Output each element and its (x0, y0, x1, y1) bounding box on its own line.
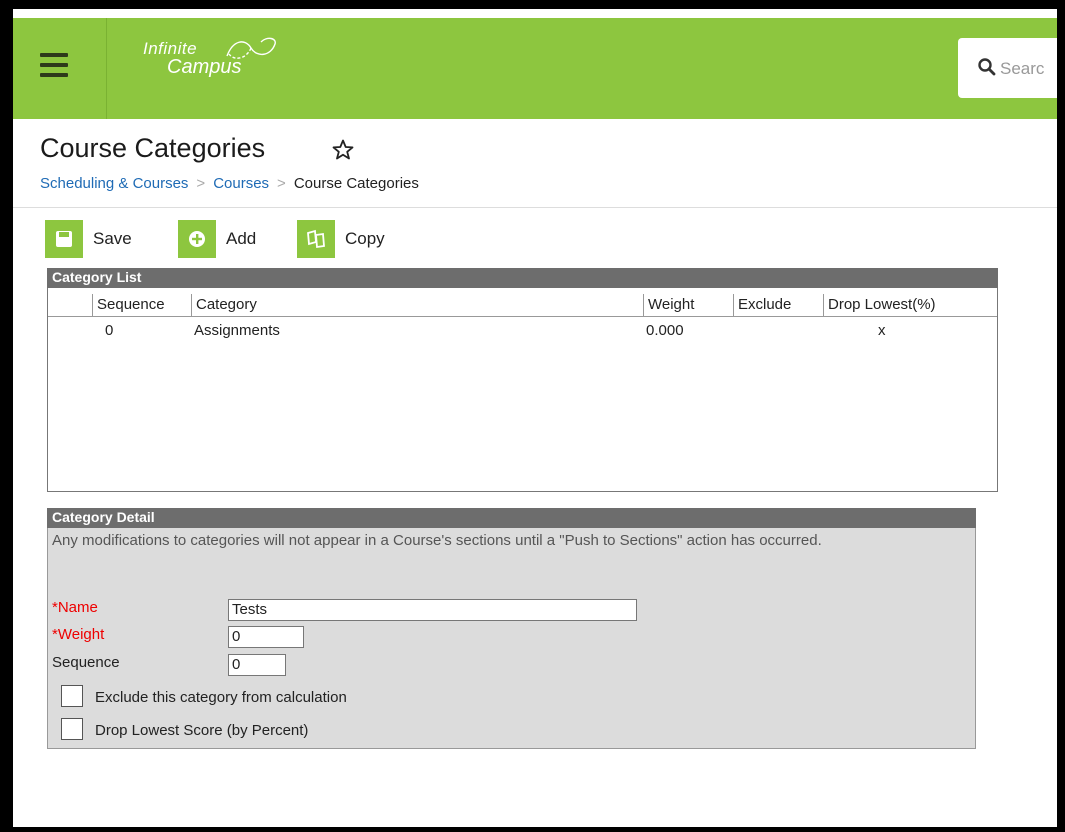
sequence-label: Sequence (52, 654, 120, 671)
weight-label: *Weight (52, 626, 104, 643)
column-sequence[interactable]: Sequence (92, 294, 196, 316)
drop-lowest-checkbox-label[interactable]: Drop Lowest Score (by Percent) (95, 722, 308, 739)
name-label: *Name (52, 599, 98, 616)
name-field[interactable]: Tests (228, 599, 637, 621)
breadcrumb-courses[interactable]: Courses (213, 175, 269, 192)
breadcrumb: Scheduling & Courses > Courses > Course Cate… (40, 175, 419, 192)
exclude-checkbox-label[interactable]: Exclude this category from calculation (95, 689, 347, 706)
save-button[interactable]: Save (45, 220, 132, 258)
app-window: Infinite Campus Searc Course Categories … (0, 0, 1065, 832)
add-label: Add (226, 229, 257, 248)
breadcrumb-current: Course Categories (293, 175, 419, 192)
breadcrumb-scheduling-courses[interactable]: Scheduling & Courses (40, 175, 188, 192)
column-exclude[interactable]: Exclude (733, 294, 823, 316)
search-box[interactable]: Searc (958, 38, 1058, 98)
add-icon (178, 220, 216, 258)
name-label-text: Name (57, 599, 98, 616)
column-weight[interactable]: Weight (643, 294, 733, 316)
copy-button[interactable]: Copy (297, 220, 385, 258)
copy-icon (297, 220, 335, 258)
copy-label: Copy (345, 229, 385, 248)
row-sequence: 0 (105, 322, 114, 339)
hamburger-menu-icon[interactable] (40, 53, 68, 77)
sequence-field[interactable]: 0 (228, 654, 286, 676)
exclude-checkbox[interactable] (61, 685, 83, 707)
column-category[interactable]: Category (191, 294, 643, 316)
category-detail-heading: Category Detail (47, 508, 976, 528)
infinite-campus-logo[interactable]: Infinite Campus (143, 37, 276, 77)
row-drop-lowest: x (878, 322, 886, 339)
weight-field[interactable]: 0 (228, 626, 304, 648)
row-category: Assignments (194, 322, 280, 339)
add-button[interactable]: Add (178, 220, 256, 258)
push-to-sections-note: Any modifications to categories will not… (52, 532, 822, 549)
column-drop-lowest[interactable]: Drop Lowest(%) (823, 294, 997, 316)
search-icon (978, 58, 996, 76)
weight-label-text: Weight (57, 626, 105, 643)
category-list-heading: Category List (47, 268, 998, 288)
screenshot-border-right (1057, 0, 1065, 832)
drop-lowest-checkbox[interactable] (61, 718, 83, 740)
breadcrumb-separator: > (277, 175, 286, 192)
category-list-column-header: Sequence Category Weight Exclude Drop Lo… (48, 294, 997, 317)
header-divider (13, 207, 1057, 208)
screenshot-border-left (0, 0, 13, 832)
save-icon (45, 220, 83, 258)
screenshot-border-bottom (0, 827, 1065, 832)
screenshot-border-top (0, 0, 1065, 9)
favorite-star-icon[interactable] (331, 138, 355, 162)
breadcrumb-separator: > (196, 175, 206, 192)
search-placeholder: Searc (1000, 59, 1045, 78)
page-title: Course Categories (40, 133, 266, 163)
save-label: Save (93, 229, 132, 248)
row-weight: 0.000 (646, 322, 684, 339)
infinity-swoosh-icon (226, 37, 276, 59)
